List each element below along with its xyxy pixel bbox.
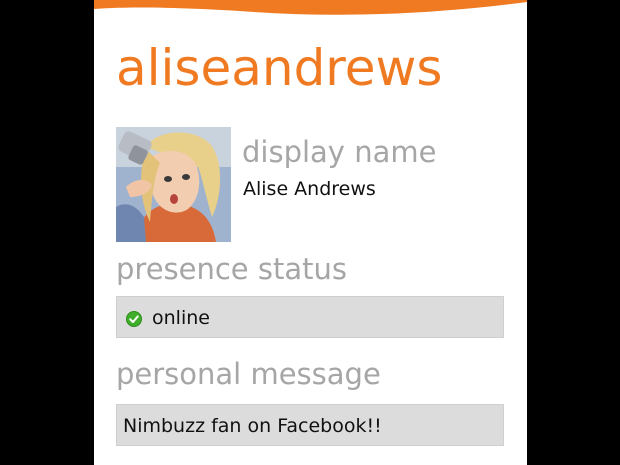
- display-name-value[interactable]: Alise Andrews: [243, 176, 376, 202]
- profile-screen: aliseandrews display name Alise Andrews …: [94, 0, 527, 465]
- page-title: aliseandrews: [116, 39, 443, 97]
- avatar[interactable]: [116, 127, 231, 242]
- presence-status-label: presence status: [116, 252, 347, 286]
- online-check-icon: [126, 311, 142, 327]
- top-wave-decoration: [94, 0, 527, 15]
- display-name-label: display name: [242, 135, 437, 169]
- presence-status-value: online: [152, 307, 210, 329]
- personal-message-field[interactable]: Nimbuzz fan on Facebook!!: [116, 404, 504, 446]
- user-photo: [116, 127, 231, 242]
- personal-message-value: Nimbuzz fan on Facebook!!: [123, 415, 382, 437]
- presence-status-selector[interactable]: online: [116, 296, 504, 338]
- personal-message-label: personal message: [116, 357, 381, 391]
